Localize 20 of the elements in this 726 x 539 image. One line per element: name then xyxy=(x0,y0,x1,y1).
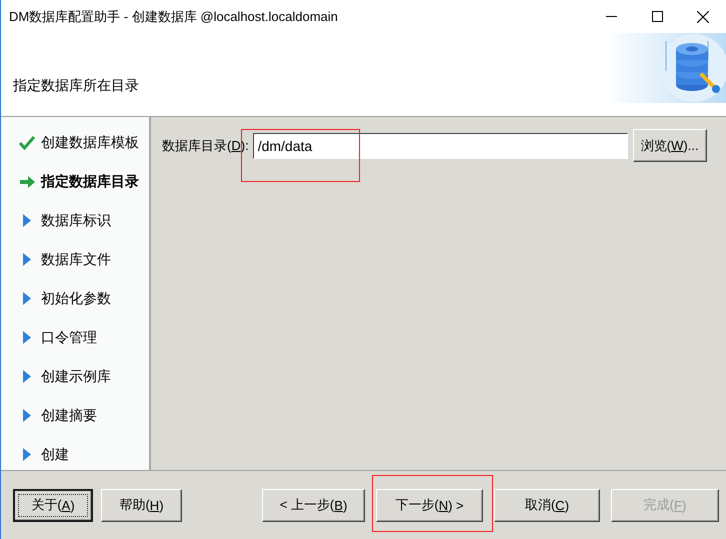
step-label: 数据库文件 xyxy=(41,250,111,268)
dialog-button[interactable]: < 上一步(B) xyxy=(262,488,365,522)
directory-field[interactable]: /dm/data xyxy=(252,132,628,158)
step-label: 创建摘要 xyxy=(41,406,97,424)
step-label: 指定数据库目录 xyxy=(41,172,139,190)
browse-button[interactable]: 浏览(W)... xyxy=(632,129,707,162)
close-icon[interactable] xyxy=(697,10,709,22)
maximize-icon[interactable] xyxy=(652,11,662,22)
window-title: DM数据库配置助手 - 创建数据库 @localhost.localdomain xyxy=(9,8,339,26)
step-label: 创建示例库 xyxy=(41,368,111,386)
dialog-button[interactable]: 下一步(N) > xyxy=(376,488,483,522)
page-heading: 指定数据库所在目录 xyxy=(12,77,140,95)
dialog-button[interactable]: 帮助(H) xyxy=(101,488,182,522)
dialog-button[interactable]: 关于(A) xyxy=(13,488,93,522)
step-label: 创建数据库模板 xyxy=(41,134,139,152)
step-label: 口令管理 xyxy=(41,328,97,346)
step-label: 数据库标识 xyxy=(41,212,111,230)
step-label: 创建 xyxy=(41,446,69,464)
dialog-button[interactable]: 取消(C) xyxy=(494,488,600,522)
step-label: 初始化参数 xyxy=(41,290,111,308)
